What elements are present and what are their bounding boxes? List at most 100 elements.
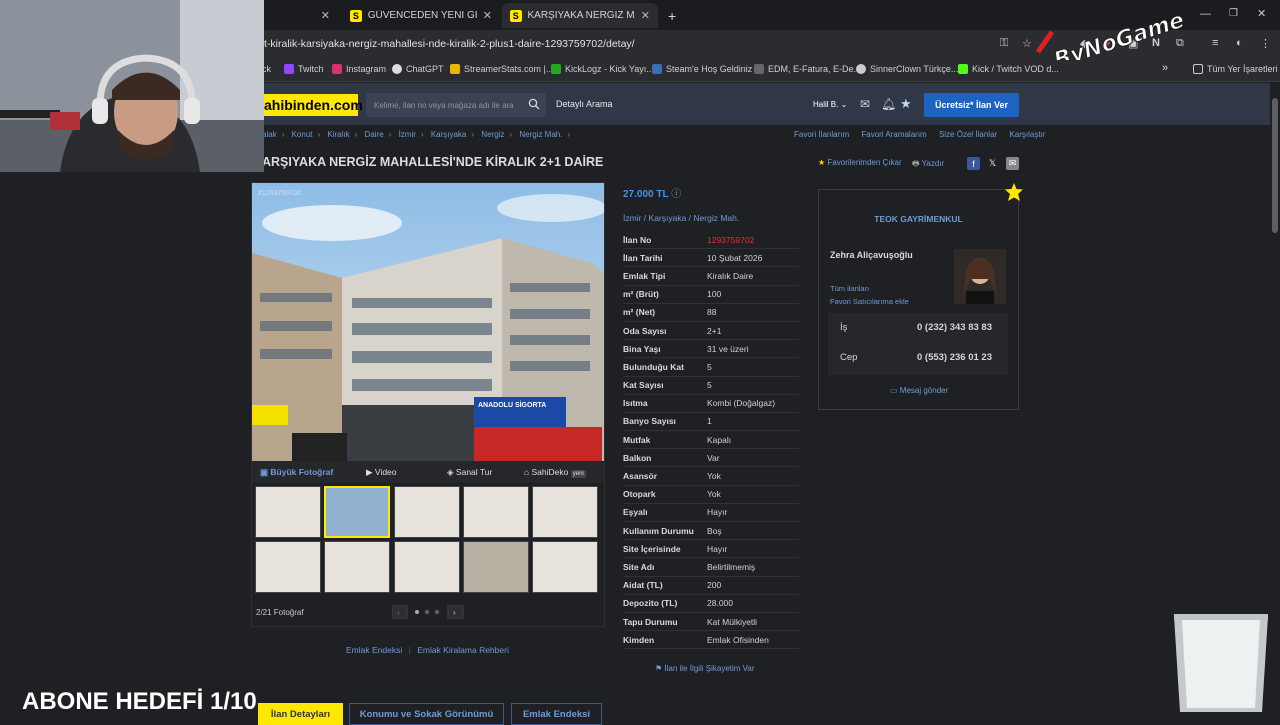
compare-link[interactable]: Karşılaştır: [1009, 130, 1045, 139]
browser-tab-partial[interactable]: ✕: [264, 3, 338, 28]
message-icon: ▭: [890, 386, 898, 395]
search-input[interactable]: Kelime, ilan no veya mağaza adı ile ara: [366, 93, 546, 117]
detail-label: Bulunduğu Kat: [623, 361, 684, 372]
browser-tab-1[interactable]: S GÜVENCEDEN YENİ GİRNE MEI ✕: [342, 3, 500, 28]
detail-value: Emlak Ofisinden: [707, 634, 769, 645]
video-button[interactable]: ▶ Video: [366, 467, 397, 478]
photo-count: 2/21 Fotoğraf: [256, 608, 304, 617]
favorite-searches-link[interactable]: Favori Aramalarım: [861, 130, 926, 139]
star-icon[interactable]: ★: [900, 96, 912, 112]
gallery-thumbnail[interactable]: [532, 541, 598, 593]
print-link[interactable]: 🖶︎ Yazdır: [912, 158, 944, 172]
breadcrumb-item[interactable]: İzmir: [399, 130, 416, 139]
bookmark-twitch[interactable]: Twitch: [284, 64, 324, 74]
bookmark-kicklogz[interactable]: KickLogz - Kick Yayı...: [551, 64, 654, 74]
remove-favorite-link[interactable]: ★ Favorilerimden Çıkar: [818, 158, 902, 167]
maximize-icon[interactable]: ❐: [1229, 8, 1238, 19]
gallery-thumbnail[interactable]: [532, 486, 598, 538]
bookmark-kick-vod[interactable]: Kick / Twitch VOD d...: [958, 64, 1059, 74]
main-photo[interactable]: ANADOLU SİGORTA: [252, 183, 604, 461]
x-share-icon[interactable]: 𝕏: [986, 157, 999, 170]
url-text[interactable]: t-kiralik-karsiyaka-nergiz-mahallesi-nde…: [264, 38, 635, 50]
virtual-tour-button[interactable]: ◈ Sanal Tur: [447, 467, 492, 478]
breadcrumb-item[interactable]: Daire: [365, 130, 384, 139]
site-logo[interactable]: ahibinden.com: [262, 94, 363, 116]
tab-listing-details[interactable]: İlan Detayları: [258, 703, 343, 725]
complaint-link[interactable]: ⚑ İlan ile İlgili Şikayetim Var: [655, 664, 755, 673]
special-listings-link[interactable]: Size Özel İlanlar: [939, 130, 997, 139]
detail-label: Mutfak: [623, 434, 651, 445]
tab-location-street-view[interactable]: Konumu ve Sokak Görünümü: [349, 703, 504, 725]
agency-name[interactable]: TEOK GAYRİMENKUL: [818, 214, 1019, 224]
user-menu[interactable]: Halil B. ⌄: [813, 100, 847, 109]
close-icon[interactable]: ✕: [483, 9, 492, 22]
detail-value: Kapalı: [707, 434, 732, 445]
post-ad-button[interactable]: Ücretsiz* İlan Ver: [924, 93, 1019, 117]
key-icon[interactable]: ⚿: [1000, 37, 1008, 50]
sahideko-button[interactable]: ⌂ SahiDeko yeni: [524, 467, 586, 478]
browser-tab-2-active[interactable]: S KARŞIYAKA NERGİZ MAHALLES ✕: [502, 3, 658, 28]
detail-row: m² (Net) 88: [623, 304, 799, 322]
breadcrumb-item[interactable]: Kiralık: [327, 130, 349, 139]
breadcrumb-item[interactable]: Konut: [292, 130, 313, 139]
breadcrumb-item[interactable]: Nergiz: [481, 130, 504, 139]
new-tab-button[interactable]: +: [660, 3, 682, 28]
agent-name: Zehra Aliçavuşoğlu: [830, 250, 913, 260]
bell-icon[interactable]: 🔔︎: [881, 97, 896, 111]
bookmark-streamerstats[interactable]: StreamerStats.com |...: [450, 64, 553, 74]
tab-emlak-index[interactable]: Emlak Endeksi: [511, 703, 602, 725]
facebook-share-icon[interactable]: f: [967, 157, 980, 170]
all-ads-link[interactable]: Tüm ilanları: [830, 284, 869, 293]
rental-guide-link[interactable]: Emlak Kiralama Rehberi: [417, 645, 509, 655]
mail-icon[interactable]: ✉: [860, 97, 870, 111]
thumbnail-pager[interactable]: ‹ ›: [392, 605, 464, 619]
bookmark-steam[interactable]: Steam'e Hoş Geldiniz: [652, 64, 752, 74]
webcam-overlay: [0, 0, 264, 172]
location-neighborhood[interactable]: Nergiz Mah.: [693, 213, 739, 223]
info-icon[interactable]: ⓘ: [671, 189, 681, 200]
minimize-icon[interactable]: —: [1200, 8, 1211, 20]
phone-work[interactable]: 0 (232) 343 83 83: [917, 322, 992, 333]
top-links: Favori İlanlarım Favori Aramalarım Size …: [794, 130, 1055, 139]
emlak-index-link[interactable]: Emlak Endeksi: [346, 645, 402, 655]
gallery-thumbnail[interactable]: [463, 486, 529, 538]
breadcrumb-item[interactable]: Karşıyaka: [431, 130, 467, 139]
email-share-icon[interactable]: ✉: [1006, 157, 1019, 170]
breadcrumb-item[interactable]: Nergiz Mah.: [519, 130, 562, 139]
favorite-seller-link[interactable]: Favori Satıcılarıma ekle: [830, 297, 909, 306]
gallery-thumbnail[interactable]: [394, 541, 460, 593]
menu-icon[interactable]: ⋮: [1260, 37, 1271, 50]
favorite-listings-link[interactable]: Favori İlanlarım: [794, 130, 849, 139]
advanced-search-link[interactable]: Detaylı Arama: [556, 99, 613, 109]
media-icon[interactable]: ≡: [1212, 37, 1218, 49]
bookmark-sinnerclown[interactable]: SinnerClown Türkçe...: [856, 64, 958, 74]
home-icon: ⌂: [524, 467, 530, 477]
close-window-icon[interactable]: ✕: [1257, 7, 1266, 20]
detail-value: Kombi (Doğalgaz): [707, 398, 776, 409]
close-icon[interactable]: ✕: [641, 9, 650, 22]
gallery-thumbnail[interactable]: [255, 486, 321, 538]
subscriber-goal: ABONE HEDEFİ 1/10: [22, 688, 257, 715]
detail-label: Emlak Tipi: [623, 270, 666, 281]
large-photo-button[interactable]: ▣ Büyük Fotoğraf: [260, 467, 333, 478]
bookmarks-more[interactable]: »: [1162, 62, 1168, 74]
gallery-thumbnail-selected[interactable]: [324, 486, 390, 538]
gallery-thumbnail[interactable]: [463, 541, 529, 593]
breadcrumb-item[interactable]: alak: [262, 130, 277, 139]
location-district[interactable]: Karşıyaka: [649, 213, 687, 223]
close-icon[interactable]: ✕: [321, 9, 330, 22]
all-bookmarks[interactable]: Tüm Yer İşaretleri: [1193, 64, 1278, 74]
gallery-thumbnail[interactable]: [394, 486, 460, 538]
search-icon[interactable]: [528, 98, 540, 110]
bookmark-edm[interactable]: EDM, E-Fatura, E-De...: [754, 64, 861, 74]
phone-mobile[interactable]: 0 (553) 236 01 23: [917, 352, 992, 363]
bookmark-chatgpt[interactable]: ChatGPT: [392, 64, 444, 74]
gallery-thumbnail[interactable]: [324, 541, 390, 593]
gallery-thumbnail[interactable]: [255, 541, 321, 593]
location-city[interactable]: İzmir: [623, 213, 641, 223]
send-message-link[interactable]: ▭ Mesaj gönder: [890, 386, 948, 395]
sahibinden-favicon-icon: S: [510, 9, 522, 22]
profile-avatar[interactable]: ◐: [1236, 37, 1243, 49]
bookmark-instagram[interactable]: Instagram: [332, 64, 386, 74]
scrollbar-thumb[interactable]: [1272, 98, 1278, 233]
